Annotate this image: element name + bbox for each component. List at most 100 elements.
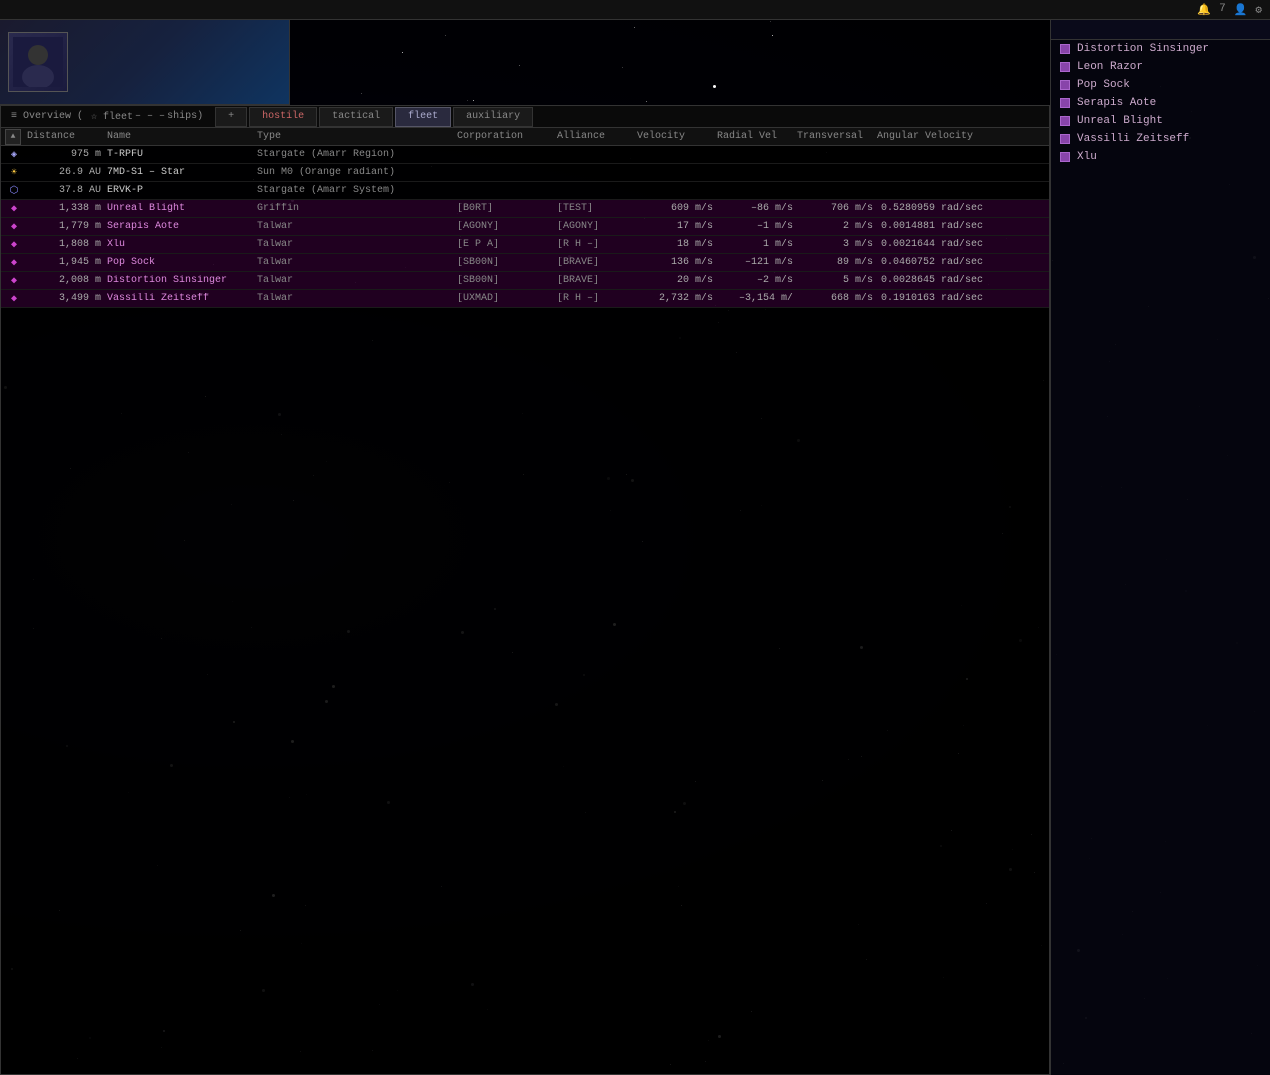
cell-alliance: [R H –] — [557, 293, 637, 304]
row-icon: ☀ — [5, 166, 23, 180]
col-header-corp[interactable]: Corporation — [453, 131, 553, 142]
cell-distance: 1,338 m — [27, 203, 107, 214]
col-headers: ▲ Distance Name Type Corporation Allianc… — [1, 128, 1049, 146]
sidebar-item-serapis-aote[interactable]: Serapis Aote — [1051, 94, 1270, 112]
sidebar-item-vassilli-zeitseff[interactable]: Vassilli Zeitseff — [1051, 130, 1270, 148]
cell-distance: 975 m — [27, 149, 107, 160]
notification-icon[interactable]: 🔔 — [1197, 3, 1211, 17]
cell-type: Sun M0 (Orange radiant) — [257, 167, 457, 178]
cell-corp: [AGONY] — [457, 221, 557, 232]
col-header-type[interactable]: Type — [253, 131, 453, 142]
cell-distance: 2,008 m — [27, 275, 107, 286]
cell-distance: 1,945 m — [27, 257, 107, 268]
col-header-name[interactable]: Name — [103, 131, 253, 142]
table-row[interactable]: ☀ 26.9 AU 7MD-S1 – Star Sun M0 (Orange r… — [1, 164, 1049, 182]
cell-name: Unreal Blight — [107, 203, 257, 214]
cell-distance: 26.9 AU — [27, 167, 107, 178]
cell-name: 7MD-S1 – Star — [107, 167, 257, 178]
cell-distance: 1,808 m — [27, 239, 107, 250]
sidebar-item-label: Xlu — [1077, 151, 1097, 163]
cell-type: Talwar — [257, 257, 457, 268]
col-header-distance[interactable]: Distance — [23, 131, 103, 142]
table-row[interactable]: ◈ 975 m T-RPFU Stargate (Amarr Region) — [1, 146, 1049, 164]
cell-radial: 1 m/s — [717, 239, 797, 250]
cell-transversal: 2 m/s — [797, 221, 877, 232]
cell-transversal: 668 m/s — [797, 293, 877, 304]
cell-name: Serapis Aote — [107, 221, 257, 232]
sidebar-item-distortion-sinsinger[interactable]: Distortion Sinsinger — [1051, 40, 1270, 58]
row-icon: ◈ — [5, 148, 23, 162]
col-header-velocity[interactable]: Velocity — [633, 131, 713, 142]
char-panel — [0, 20, 290, 105]
cell-corp: [SB00N] — [457, 257, 557, 268]
cell-radial: –1 m/s — [717, 221, 797, 232]
tab-hostile[interactable]: hostile — [249, 107, 317, 127]
cell-alliance: [R H –] — [557, 239, 637, 250]
cell-velocity: 18 m/s — [637, 239, 717, 250]
cell-angular: 0.0460752 rad/sec — [877, 257, 987, 268]
table-row[interactable]: ◆ 1,338 m Unreal Blight Griffin [B0RT] [… — [1, 200, 1049, 218]
overview-label: ≡ Overview ( — [5, 111, 89, 122]
cell-angular: 0.1910163 rad/sec — [877, 293, 987, 304]
cell-name: Pop Sock — [107, 257, 257, 268]
table-row[interactable]: ◆ 3,499 m Vassilli Zeitseff Talwar [UXMA… — [1, 290, 1049, 308]
sidebar-item-leon-razor[interactable]: Leon Razor — [1051, 58, 1270, 76]
cell-radial: –2 m/s — [717, 275, 797, 286]
cell-corp: [SB00N] — [457, 275, 557, 286]
sidebar-item-unreal-blight[interactable]: Unreal Blight — [1051, 112, 1270, 130]
cell-name: T-RPFU — [107, 149, 257, 160]
sidebar-ship-icon — [1059, 133, 1071, 145]
row-icon: ◆ — [5, 202, 23, 216]
sidebar-item-label: Leon Razor — [1077, 61, 1143, 73]
cell-corp: [B0RT] — [457, 203, 557, 214]
fleet-label: ☆ fleet — [91, 111, 133, 123]
cell-radial: –3,154 m/ — [717, 293, 797, 304]
cell-transversal: 3 m/s — [797, 239, 877, 250]
col-header-radial[interactable]: Radial Vel — [713, 131, 793, 142]
table-row[interactable]: ◆ 2,008 m Distortion Sinsinger Talwar [S… — [1, 272, 1049, 290]
cell-transversal: 5 m/s — [797, 275, 877, 286]
sidebar-ship-icon — [1059, 115, 1071, 127]
sort-button[interactable]: ▲ — [5, 129, 21, 145]
topbar-icons: 🔔 7 👤 ⚙ — [1197, 3, 1262, 17]
cell-velocity: 609 m/s — [637, 203, 717, 214]
cell-name: Vassilli Zeitseff — [107, 293, 257, 304]
tab-fleet[interactable]: fleet — [395, 107, 451, 127]
tab-add[interactable]: + — [215, 107, 247, 127]
col-header-alliance[interactable]: Alliance — [553, 131, 633, 142]
cell-type: Talwar — [257, 239, 457, 250]
cell-corp: [E P A] — [457, 239, 557, 250]
character-icon[interactable]: 👤 — [1234, 3, 1248, 17]
cell-angular: 0.5280959 rad/sec — [877, 203, 987, 214]
sidebar-item-xlu[interactable]: Xlu — [1051, 148, 1270, 166]
count-badge: 7 — [1219, 3, 1226, 17]
table-row[interactable]: ⬡ 37.8 AU ERVK-P Stargate (Amarr System) — [1, 182, 1049, 200]
cell-angular: 0.0014881 rad/sec — [877, 221, 987, 232]
row-icon: ◆ — [5, 292, 23, 306]
col-header-angular[interactable]: Angular Velocity — [873, 131, 983, 142]
table-row[interactable]: ◆ 1,808 m Xlu Talwar [E P A] [R H –] 18 … — [1, 236, 1049, 254]
tab-auxiliary[interactable]: auxiliary — [453, 107, 533, 127]
row-icon: ◆ — [5, 238, 23, 252]
col-header-transversal[interactable]: Transversal — [793, 131, 873, 142]
sidebar-ship-icon — [1059, 79, 1071, 91]
sidebar-item-pop-sock[interactable]: Pop Sock — [1051, 76, 1270, 94]
sidebar-items: Distortion Sinsinger Leon Razor Pop Sock… — [1051, 40, 1270, 166]
cell-velocity: 136 m/s — [637, 257, 717, 268]
tab-bar: ≡ Overview ( ☆ fleet – – – ships) + host… — [1, 106, 1049, 128]
cell-distance: 3,499 m — [27, 293, 107, 304]
sidebar-ship-icon — [1059, 151, 1071, 163]
table-row[interactable]: ◆ 1,945 m Pop Sock Talwar [SB00N] [BRAVE… — [1, 254, 1049, 272]
sidebar-ship-icon — [1059, 43, 1071, 55]
cell-type: Stargate (Amarr System) — [257, 185, 457, 196]
cell-corp: [UXMAD] — [457, 293, 557, 304]
char-avatar — [8, 32, 68, 92]
tab-tactical[interactable]: tactical — [319, 107, 393, 127]
cell-alliance: [AGONY] — [557, 221, 637, 232]
cell-distance: 37.8 AU — [27, 185, 107, 196]
table-row[interactable]: ◆ 1,779 m Serapis Aote Talwar [AGONY] [A… — [1, 218, 1049, 236]
another-icon[interactable]: ⚙ — [1255, 3, 1262, 17]
cell-velocity: 2,732 m/s — [637, 293, 717, 304]
char-info — [78, 60, 281, 64]
cell-name: Distortion Sinsinger — [107, 275, 257, 286]
